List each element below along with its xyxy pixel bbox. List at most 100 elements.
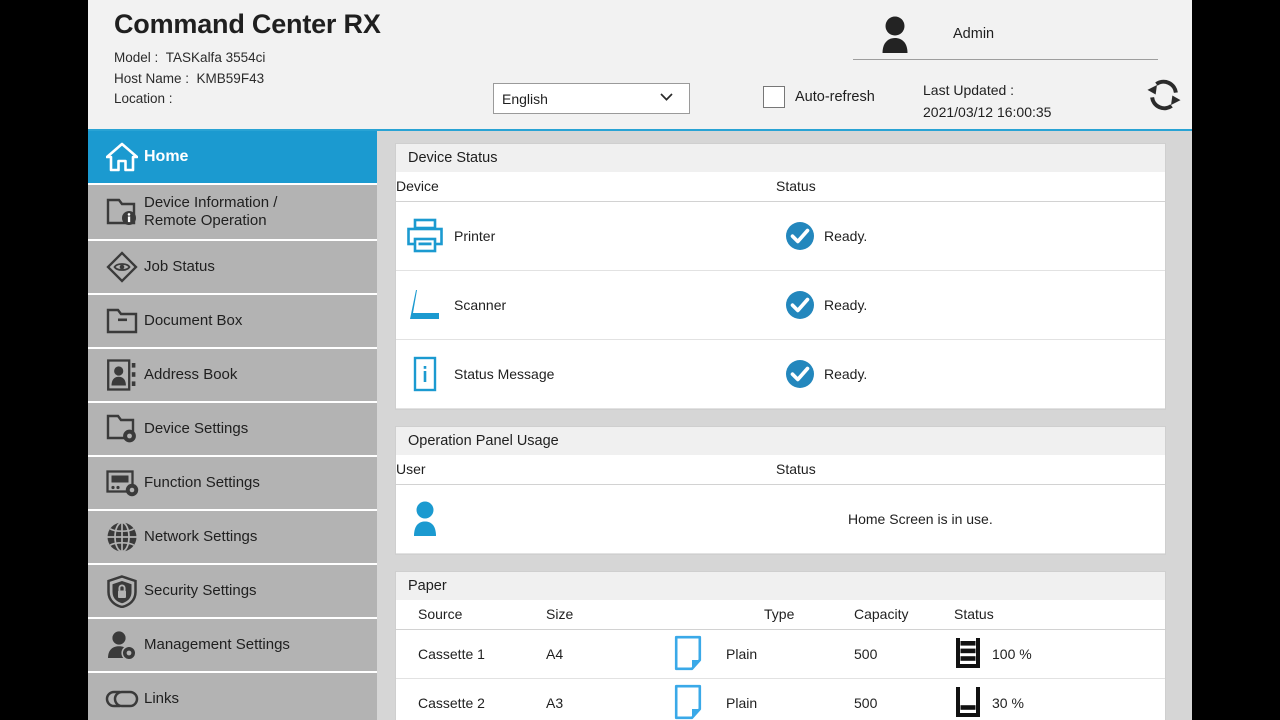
link-icon	[100, 688, 144, 710]
folder-icon	[100, 307, 144, 335]
sidebar-item-links[interactable]: Links	[88, 673, 377, 720]
sidebar-item-address-book[interactable]: Address Book	[88, 349, 377, 401]
language-select[interactable]: English	[493, 83, 690, 114]
cell-status: Ready.	[776, 270, 1165, 340]
cell-device: Status Message	[396, 339, 776, 409]
sidebar-item-label: Function Settings	[144, 474, 260, 491]
auto-refresh-control[interactable]: Auto-refresh	[763, 86, 875, 108]
paper-header: Paper	[395, 571, 1166, 600]
sidebar-item-job-status[interactable]: Job Status	[88, 241, 377, 293]
cell-type: Plain	[674, 678, 854, 720]
col-status: Status	[954, 600, 1165, 630]
meta-row-location: Location :	[114, 89, 381, 110]
meta-label-location: Location :	[114, 91, 173, 106]
sidebar-item-device-information[interactable]: Device Information / Remote Operation	[88, 185, 377, 239]
sidebar-item-security-settings[interactable]: Security Settings	[88, 565, 377, 617]
paper-level-low-icon	[954, 685, 982, 720]
table-row: Cassette 1 A4 Plain 500 100 %	[396, 629, 1165, 679]
app-header: Command Center RX Model : TASKalfa 3554c…	[88, 0, 1192, 131]
user-gear-icon	[100, 630, 144, 661]
page-title: Command Center RX	[114, 9, 381, 39]
cell-user	[396, 484, 776, 554]
col-device: Device	[396, 172, 776, 202]
paper-table: Source Size Type Capacity Status Cassett…	[396, 600, 1165, 720]
device-label: Status Message	[454, 366, 555, 382]
globe-icon	[100, 521, 144, 553]
col-user: User	[396, 455, 776, 485]
sidebar-item-label: Management Settings	[144, 636, 290, 653]
shield-lock-icon	[100, 574, 144, 608]
main-content: Device Status Device Status Printer Read…	[377, 131, 1192, 720]
table-row: Home Screen is in use.	[396, 484, 1165, 554]
status-label: Ready.	[824, 366, 868, 382]
sidebar-item-home[interactable]: Home	[88, 131, 377, 183]
panel-gear-icon	[100, 469, 144, 497]
operation-panel-usage-panel: Operation Panel Usage User Status Home S…	[395, 426, 1166, 555]
meta-row-hostname: Host Name : KMB59F43	[114, 69, 381, 90]
device-status-table: Device Status Printer Ready. Scanner Rea…	[396, 172, 1165, 409]
sidebar-item-document-box[interactable]: Document Box	[88, 295, 377, 347]
sidebar-item-label: Device Settings	[144, 420, 249, 437]
cell-status: Ready.	[776, 339, 1165, 409]
device-status-body: Device Status Printer Ready. Scanner Rea…	[395, 172, 1166, 410]
cell-source: Cassette 2	[396, 678, 546, 720]
status-label: 30 %	[992, 695, 1024, 711]
sidebar-item-device-settings[interactable]: Device Settings	[88, 403, 377, 455]
meta-value-model: TASKalfa 3554ci	[165, 50, 266, 65]
sidebar-item-function-settings[interactable]: Function Settings	[88, 457, 377, 509]
table-header-row: Device Status	[396, 172, 1165, 202]
user-icon	[882, 16, 908, 53]
sidebar-item-management-settings[interactable]: Management Settings	[88, 619, 377, 671]
cell-device: Printer	[396, 201, 776, 271]
page-icon	[674, 684, 702, 720]
paper-title: Paper	[408, 578, 447, 594]
paper-panel: Paper Source Size Type Capacity Status C…	[395, 571, 1166, 720]
meta-label-hostname: Host Name :	[114, 70, 190, 86]
auto-refresh-checkbox[interactable]	[763, 86, 785, 108]
table-row: Status Message Ready.	[396, 339, 1165, 409]
scanner-icon	[396, 287, 454, 323]
col-source: Source	[396, 600, 546, 630]
cell-status: Ready.	[776, 201, 1165, 271]
home-icon	[100, 142, 144, 172]
paper-level-full-icon	[954, 636, 982, 673]
status-label: Home Screen is in use.	[848, 511, 993, 527]
last-updated-value: 2021/03/12 16:00:35	[923, 104, 1052, 120]
last-updated: Last Updated : 2021/03/12 16:00:35	[923, 79, 1051, 123]
table-header-row: User Status	[396, 455, 1165, 485]
device-status-title: Device Status	[408, 150, 498, 166]
table-row: Scanner Ready.	[396, 270, 1165, 340]
device-label: Printer	[454, 228, 496, 244]
app-body: Home Device Information / Remote Operati…	[88, 131, 1192, 720]
paper-body: Source Size Type Capacity Status Cassett…	[395, 600, 1166, 720]
page-icon	[674, 635, 702, 674]
check-circle-icon	[776, 290, 824, 320]
sidebar-item-label: Network Settings	[144, 528, 258, 545]
table-row: Cassette 2 A3 Plain 500 30 %	[396, 678, 1165, 720]
auto-refresh-label: Auto-refresh	[795, 89, 875, 105]
status-label: 100 %	[992, 646, 1032, 662]
table-header-row: Source Size Type Capacity Status	[396, 600, 1165, 630]
status-label: Ready.	[824, 228, 868, 244]
check-circle-icon	[776, 359, 824, 389]
refresh-icon[interactable]	[1145, 76, 1183, 114]
device-status-panel: Device Status Device Status Printer Read…	[395, 143, 1166, 410]
operation-panel-usage-table: User Status Home Screen is in use.	[396, 455, 1165, 554]
col-status: Status	[776, 455, 1165, 485]
table-row: Printer Ready.	[396, 201, 1165, 271]
type-label: Plain	[726, 695, 758, 711]
user-box: Admin	[853, 8, 1158, 60]
cell-source: Cassette 1	[396, 629, 546, 679]
folder-gear-icon	[100, 414, 144, 444]
last-updated-label: Last Updated :	[923, 82, 1015, 98]
person-icon	[396, 500, 454, 538]
info-icon	[396, 355, 454, 393]
sidebar-item-label: Links	[144, 690, 180, 707]
operation-panel-usage-title: Operation Panel Usage	[408, 433, 559, 449]
sidebar-item-label: Address Book	[144, 366, 238, 383]
printer-icon	[396, 218, 454, 254]
cell-device: Scanner	[396, 270, 776, 340]
sidebar-item-network-settings[interactable]: Network Settings	[88, 511, 377, 563]
meta-value-hostname: KMB59F43	[196, 70, 265, 86]
sidebar-item-label: Security Settings	[144, 582, 257, 599]
